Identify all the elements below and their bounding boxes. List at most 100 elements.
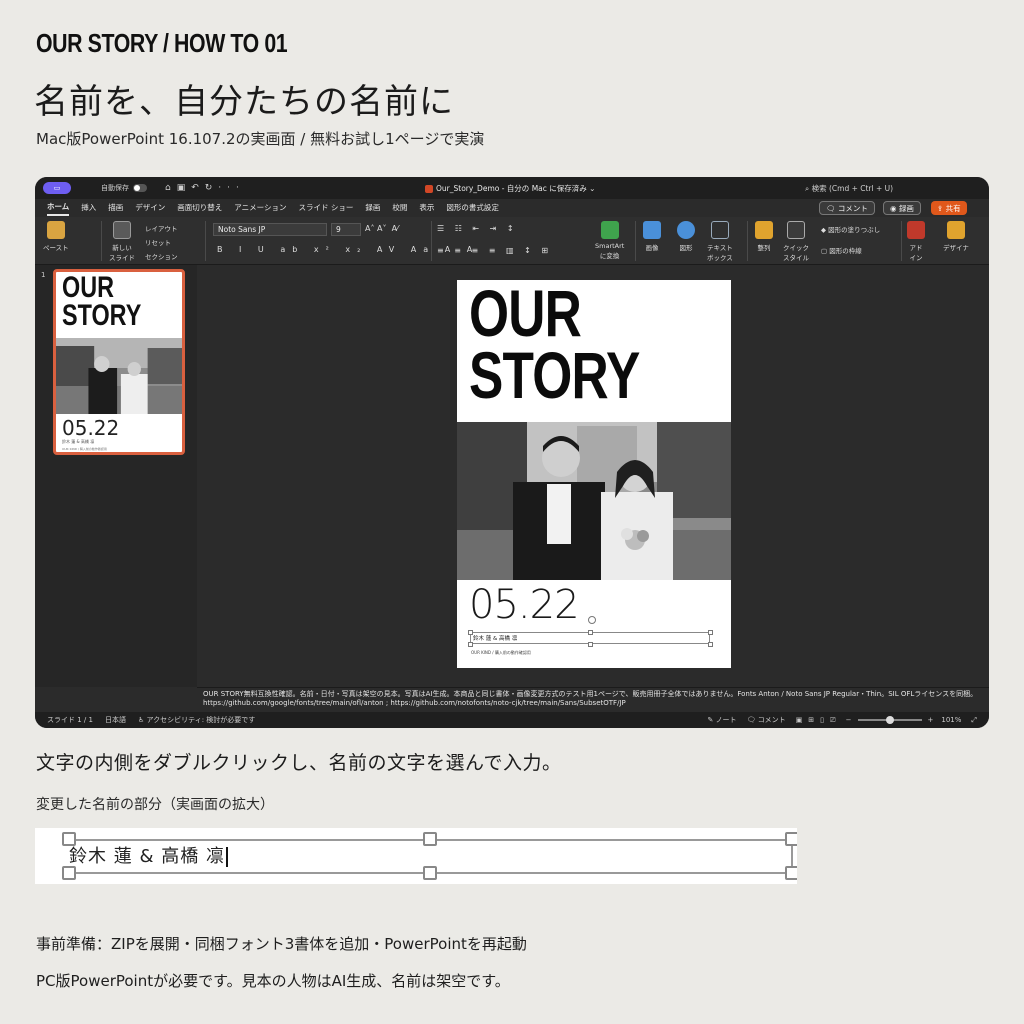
search-placeholder: 検索 (Cmd + Ctrl + U) xyxy=(811,184,894,193)
couple-photo[interactable] xyxy=(457,422,731,580)
new-slide-label: 新しい スライド xyxy=(109,244,135,262)
designer-icon xyxy=(946,221,965,239)
notes-toggle[interactable]: ✎ ノート xyxy=(707,715,736,725)
list-icons[interactable]: ☰ ☷ ⇤ ⇥ ↕ xyxy=(437,224,518,233)
paste-icon xyxy=(46,221,65,239)
tab-draw[interactable]: 描画 xyxy=(108,202,123,215)
requirement-note: PC版PowerPointが必要です。見本の人物はAI生成、名前は架空です。 xyxy=(36,972,510,990)
share-button-label: 共有 xyxy=(945,203,961,213)
shape-icon xyxy=(677,221,695,239)
record-button[interactable]: ◉ 録画 xyxy=(883,201,921,215)
slide[interactable]: OUR STORY 05.22 鈴木 蓮 & 高橋 凛 OUR KIND / 購… xyxy=(457,280,731,668)
slide-title[interactable]: OUR STORY xyxy=(469,280,640,408)
shape-fill-button[interactable]: ◆ 図形の塗りつぶし xyxy=(821,224,880,234)
comment-button-label: コメント xyxy=(837,203,868,213)
resize-handle[interactable] xyxy=(588,630,593,635)
speaker-notes[interactable]: OUR STORY無料互換性確認。名前・日付・写真は架空の見本。写真はAI生成。… xyxy=(197,687,989,712)
comments-toggle-label: コメント xyxy=(757,716,786,724)
zoom-in-icon[interactable]: + xyxy=(928,716,934,724)
quick-access-icons[interactable]: ⌂▣↶↻··· xyxy=(165,183,245,193)
prep-note: 事前準備：ZIPを展開・同梱フォント3書体を追加・PowerPointを再起動 xyxy=(36,935,527,953)
font-grow-shrink-icons[interactable]: A˄ A˅ A⁄ xyxy=(365,224,398,233)
tab-record[interactable]: 録画 xyxy=(365,202,380,215)
slide-date[interactable]: 05.22 xyxy=(469,582,580,628)
autosave-label: 自動保存 xyxy=(101,184,129,192)
status-accessibility[interactable]: ♿ アクセシビリティ: 検討が必要です xyxy=(138,715,255,725)
view-mode-icons[interactable]: ▣⊞▯⎚ xyxy=(796,716,842,725)
addin-label: アド イン xyxy=(909,244,923,262)
search-field[interactable]: ⌕ 検索 (Cmd + Ctrl + U) xyxy=(805,183,893,194)
slide-thumbnail[interactable]: OUR STORY 05.22 鈴木 蓮 & 高橋 凛 OUR KIND / 購入… xyxy=(53,269,185,455)
tab-slideshow[interactable]: スライド ショー xyxy=(298,202,353,215)
reset-button[interactable]: リセット xyxy=(145,237,171,247)
new-slide-button[interactable]: 新しい スライド xyxy=(109,221,135,262)
image-icon xyxy=(643,221,661,239)
ppt-file-icon xyxy=(425,185,433,193)
sidebar-toggle-icon[interactable]: ▭ xyxy=(43,182,71,194)
addin-button[interactable]: アド イン xyxy=(907,221,925,262)
textbox-button[interactable]: テキスト ボックス xyxy=(707,221,733,262)
autosave-toggle[interactable] xyxy=(133,184,147,192)
resize-handle[interactable] xyxy=(708,642,713,647)
smartart-icon xyxy=(600,221,619,239)
tab-home[interactable]: ホーム xyxy=(47,201,70,216)
resize-handle[interactable] xyxy=(588,642,593,647)
zoomed-textbox: 鈴木 蓮 & 高橋 凛 xyxy=(35,828,797,884)
quick-style-button[interactable]: クイック スタイル xyxy=(783,221,809,262)
quick-style-label: クイック スタイル xyxy=(783,244,809,262)
share-button[interactable]: ⇪ 共有 xyxy=(931,201,967,215)
designer-button[interactable]: デザイナ xyxy=(943,221,969,252)
text-cursor xyxy=(225,847,228,867)
layout-button[interactable]: レイアウト xyxy=(145,223,178,233)
align-icons[interactable]: ≡ ≡ ≡ ≡ ▥ ↕ ⊞ xyxy=(437,246,552,255)
arrange-button[interactable]: 整列 xyxy=(755,221,773,252)
shape-button[interactable]: 図形 xyxy=(677,221,695,252)
status-accessibility-label: アクセシビリティ: 検討が必要です xyxy=(146,716,256,724)
ribbon-separator xyxy=(635,221,636,261)
quick-style-icon xyxy=(787,221,805,239)
comment-button[interactable]: 🗨 コメント xyxy=(819,201,875,215)
tab-design[interactable]: デザイン xyxy=(135,202,165,215)
tab-transitions[interactable]: 画面切り替え xyxy=(177,202,222,215)
ribbon-separator xyxy=(901,221,902,261)
rotate-handle-icon[interactable] xyxy=(588,616,596,624)
image-button[interactable]: 画像 xyxy=(643,221,661,252)
slide-small-text[interactable]: OUR KIND / 購入前の動作確認用 xyxy=(471,650,531,656)
tab-shape-format[interactable]: 図形の書式設定 xyxy=(446,202,499,215)
resize-handle xyxy=(423,832,437,846)
shape-outline-button[interactable]: ▢ 図形の枠線 xyxy=(821,245,862,255)
zoom-level[interactable]: 101% xyxy=(941,716,961,724)
tab-review[interactable]: 校閲 xyxy=(392,202,407,215)
status-right: ✎ ノート 🗨 コメント ▣⊞▯⎚ − + 101% ⤢ xyxy=(707,715,977,725)
section-button[interactable]: セクション xyxy=(145,251,178,261)
thumb-couple-photo xyxy=(56,338,182,414)
tab-animations[interactable]: アニメーション xyxy=(234,202,286,215)
textbox-icon xyxy=(710,221,729,239)
smartart-label: SmartArt に変換 xyxy=(595,242,625,260)
slide-number: 1 xyxy=(41,271,46,279)
tab-insert[interactable]: 挿入 xyxy=(81,202,96,215)
tab-view[interactable]: 表示 xyxy=(419,202,434,215)
resize-handle xyxy=(62,866,76,880)
zoom-slider-thumb[interactable] xyxy=(885,716,894,724)
font-size-select[interactable]: 9 xyxy=(331,223,361,236)
instruction-text: 文字の内側をダブルクリックし、名前の文字を選んで入力。 xyxy=(36,752,562,774)
resize-handle[interactable] xyxy=(708,630,713,635)
resize-handle xyxy=(785,832,797,846)
thumb-title-line2: STORY xyxy=(62,299,142,332)
zoom-slider[interactable] xyxy=(857,716,922,724)
comments-toggle[interactable]: 🗨 コメント xyxy=(747,715,786,725)
image-label: 画像 xyxy=(645,244,659,252)
thumb-title: OUR STORY xyxy=(62,273,142,332)
fit-window-icon[interactable]: ⤢ xyxy=(971,716,977,725)
resize-handle[interactable] xyxy=(468,642,473,647)
font-name-select[interactable]: Noto Sans JP xyxy=(213,223,327,236)
status-language[interactable]: 日本語 xyxy=(105,715,126,725)
ribbon: ペースト 新しい スライド レイアウト リセット セクション Noto Sans… xyxy=(35,217,989,265)
title-bar: ▭ 自動保存 ⌂▣↶↻··· Our_Story_Demo - 自分の Mac … xyxy=(35,177,989,199)
smartart-button[interactable]: SmartArt に変換 xyxy=(595,221,624,260)
resize-handle[interactable] xyxy=(468,630,473,635)
zoom-out-icon[interactable]: − xyxy=(846,716,852,724)
paste-button[interactable]: ペースト xyxy=(43,221,69,252)
document-title[interactable]: Our_Story_Demo - 自分の Mac に保存済み ⌄ xyxy=(425,183,595,194)
